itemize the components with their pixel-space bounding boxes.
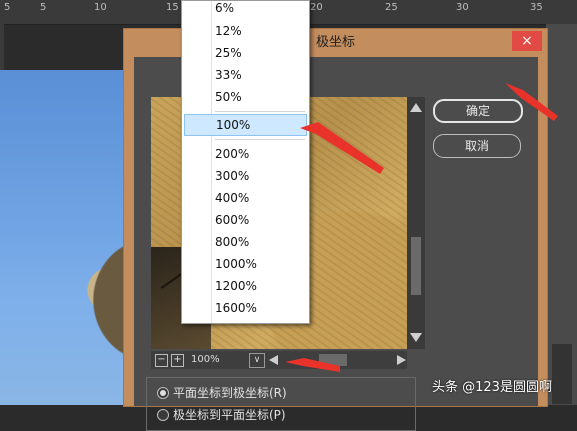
conversion-mode-group: 平面坐标到极坐标(R) 极坐标到平面坐标(P) (146, 377, 416, 431)
ruler-number: 25 (385, 2, 398, 13)
zoom-value[interactable]: 100% (191, 353, 251, 367)
zoom-option[interactable]: 1000% (182, 254, 309, 274)
preview-vertical-scrollbar[interactable] (407, 97, 425, 349)
ruler-number: 20 (310, 2, 323, 13)
zoom-option[interactable]: 33% (182, 65, 309, 85)
zoom-option[interactable]: 25% (182, 43, 309, 63)
panel-bar (552, 344, 572, 404)
zoom-option[interactable]: 300% (182, 166, 309, 186)
ruler-number: 5 (4, 2, 11, 13)
zoom-option[interactable]: 400% (182, 188, 309, 208)
radio-label: 平面坐标到极坐标(R) (173, 386, 287, 400)
ok-button[interactable]: 确定 (433, 99, 523, 123)
radio-polar-to-rect[interactable]: 极坐标到平面坐标(P) (157, 406, 417, 424)
radio-rect-to-polar[interactable]: 平面坐标到极坐标(R) (157, 384, 417, 402)
radio-selected-icon (157, 387, 169, 399)
ruler-number: 15 (166, 2, 179, 13)
watermark: 头条 @123是圆圆啊 (432, 380, 552, 395)
zoom-option-selected[interactable]: 100% (184, 114, 307, 136)
close-icon: × (521, 33, 533, 49)
arrow-left-icon[interactable] (269, 355, 278, 365)
zoom-option[interactable]: 1200% (182, 276, 309, 296)
ruler-number: 10 (94, 2, 107, 13)
close-button[interactable]: × (512, 31, 542, 51)
cancel-button[interactable]: 取消 (433, 134, 521, 158)
menu-separator (215, 139, 305, 140)
zoom-in-button[interactable]: + (171, 354, 184, 367)
right-panel (546, 24, 577, 405)
ruler-number: 35 (530, 2, 543, 13)
ruler-number: 30 (456, 2, 469, 13)
zoom-controls: − + 100% ∨ (151, 351, 407, 369)
scroll-thumb[interactable] (411, 237, 421, 295)
zoom-out-button[interactable]: − (155, 354, 168, 367)
zoom-option[interactable]: 50% (182, 87, 309, 107)
menu-separator (215, 111, 305, 112)
zoom-option[interactable]: 600% (182, 210, 309, 230)
zoom-option[interactable]: 800% (182, 232, 309, 252)
horizontal-scroll-thumb[interactable] (319, 354, 347, 366)
arrow-right-icon[interactable] (397, 355, 406, 365)
radio-label: 极坐标到平面坐标(P) (173, 408, 286, 422)
zoom-option[interactable]: 200% (182, 144, 309, 164)
ruler-number: 5 (40, 2, 47, 13)
arrow-down-icon[interactable] (410, 333, 422, 342)
radio-unselected-icon (157, 409, 169, 421)
zoom-option[interactable]: 12% (182, 21, 309, 41)
zoom-option[interactable]: 1600% (182, 298, 309, 318)
zoom-option[interactable]: 6% (182, 0, 309, 18)
zoom-dropdown-menu: 6% 12% 25% 33% 50% 100% 200% 300% 400% 6… (181, 0, 310, 324)
arrow-up-icon[interactable] (410, 103, 422, 112)
chevron-down-icon[interactable]: ∨ (249, 353, 265, 368)
